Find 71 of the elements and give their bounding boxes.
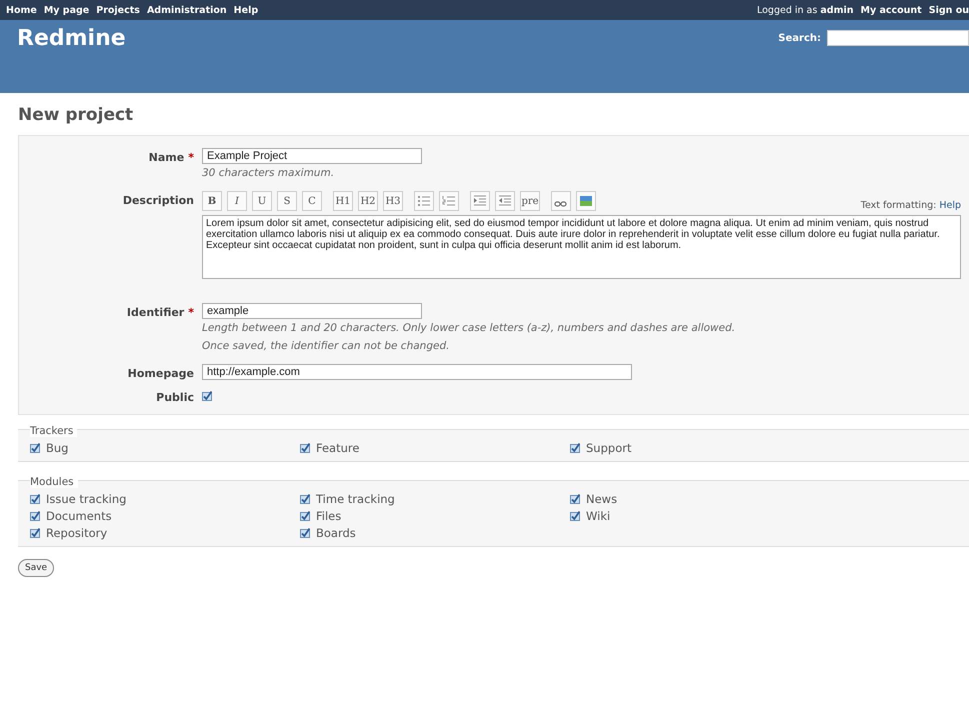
checkbox-label: Files — [316, 509, 342, 523]
field-label: Homepage — [126, 366, 195, 380]
field-label: Description — [122, 193, 195, 207]
hint-text: Once saved, the identifier can not be changed. — [202, 340, 450, 352]
checkbox[interactable] — [300, 443, 310, 453]
field-label: Identifier * — [126, 305, 195, 319]
checkbox[interactable] — [202, 391, 212, 401]
site-title: Redmine — [17, 26, 126, 51]
outdent-icon — [498, 196, 512, 206]
checkbox-label: Time tracking — [316, 492, 395, 506]
field-label: Name * — [148, 150, 195, 164]
menu-link[interactable]: Administration — [146, 4, 227, 16]
search-label: Search: — [778, 32, 821, 44]
menu-link[interactable]: Sign ou — [928, 4, 969, 16]
page-title: New project — [18, 105, 134, 127]
toolbar-button[interactable]: I — [227, 191, 247, 211]
hint-text: Length between 1 and 20 characters. Only lower case letters (a-z), numbers and dashes are allowed. — [202, 322, 736, 334]
checkbox-label: Issue tracking — [46, 492, 126, 506]
logged-in-text: Logged in as admin — [756, 4, 854, 16]
toolbar-button[interactable] — [576, 191, 596, 211]
menu-link[interactable]: Home — [6, 4, 37, 16]
toolbar-button[interactable]: S — [277, 191, 297, 211]
toolbar-button[interactable]: H2 — [358, 191, 378, 211]
required-mark: * — [188, 306, 194, 319]
checkbox-label: Wiki — [586, 509, 610, 523]
required-mark: * — [188, 151, 194, 164]
checkbox-label: Support — [586, 441, 632, 455]
checkbox[interactable] — [30, 443, 40, 453]
toolbar-button[interactable]: C — [302, 191, 322, 211]
fieldset-legend: Trackers — [30, 425, 78, 437]
menu-link[interactable]: Projects — [96, 4, 140, 16]
text-field[interactable]: Example Project — [202, 148, 422, 164]
image-icon — [580, 196, 592, 206]
search-field[interactable] — [827, 30, 969, 46]
fieldset-legend: Modules — [30, 476, 78, 488]
hint-text: 30 characters maximum. — [202, 167, 336, 179]
bullet-list-icon — [418, 196, 430, 206]
help-link[interactable]: Help — [939, 200, 961, 211]
checkbox[interactable] — [300, 511, 310, 521]
indent-icon — [474, 196, 486, 206]
link-icon — [554, 202, 566, 206]
toolbar-button[interactable]: B — [202, 191, 222, 211]
numbered-list-icon — [442, 196, 456, 206]
checkbox-label: News — [586, 492, 618, 506]
menu-link[interactable]: My account — [860, 4, 922, 16]
checkbox[interactable] — [570, 511, 580, 521]
save-button[interactable]: Save — [18, 559, 54, 577]
text-formatting-label: Text formatting: — [860, 200, 936, 211]
checkbox[interactable] — [570, 494, 580, 504]
checkbox[interactable] — [30, 511, 40, 521]
checkbox-label: Documents — [46, 509, 112, 523]
text-field[interactable]: example — [202, 303, 422, 319]
toolbar-button[interactable]: pre — [520, 191, 540, 211]
checkbox[interactable] — [570, 443, 580, 453]
checkbox-label: Bug — [46, 441, 68, 455]
field-label: Public — [155, 390, 195, 404]
checkbox[interactable] — [30, 528, 40, 538]
checkbox[interactable] — [300, 528, 310, 538]
toolbar-button[interactable]: U — [252, 191, 272, 211]
menu-link[interactable]: Help — [234, 4, 258, 16]
checkbox[interactable] — [30, 494, 40, 504]
toolbar-button[interactable]: H1 — [333, 191, 353, 211]
text-area[interactable]: Lorem ipsum dolor sit amet, consectetur adipisicing elit, sed do eiusmod tempor incididunt ut labore et dolore magna aliqua. Ut enim ad minim veniam, quis nostrud exercitation ullamco laboris nisi ut aliquip ex ea commodo consequat. Duis aute irure dolor in reprehenderit in voluptate velit esse cillum dolore eu fugiat nulla pariatur. Excepteur sint occaecat cupidatat non proident, sunt in culpa qui officia deserunt mollit anim id est laborum. — [202, 215, 961, 279]
checkbox-label: Repository — [46, 526, 108, 540]
toolbar-button[interactable]: H3 — [383, 191, 403, 211]
toolbar-button[interactable] — [551, 191, 571, 211]
text-field[interactable]: http://example.com — [202, 364, 632, 380]
checkbox-label: Boards — [316, 526, 356, 540]
checkbox[interactable] — [300, 494, 310, 504]
checkbox-label: Feature — [316, 441, 360, 455]
menu-link[interactable]: My page — [44, 4, 90, 16]
